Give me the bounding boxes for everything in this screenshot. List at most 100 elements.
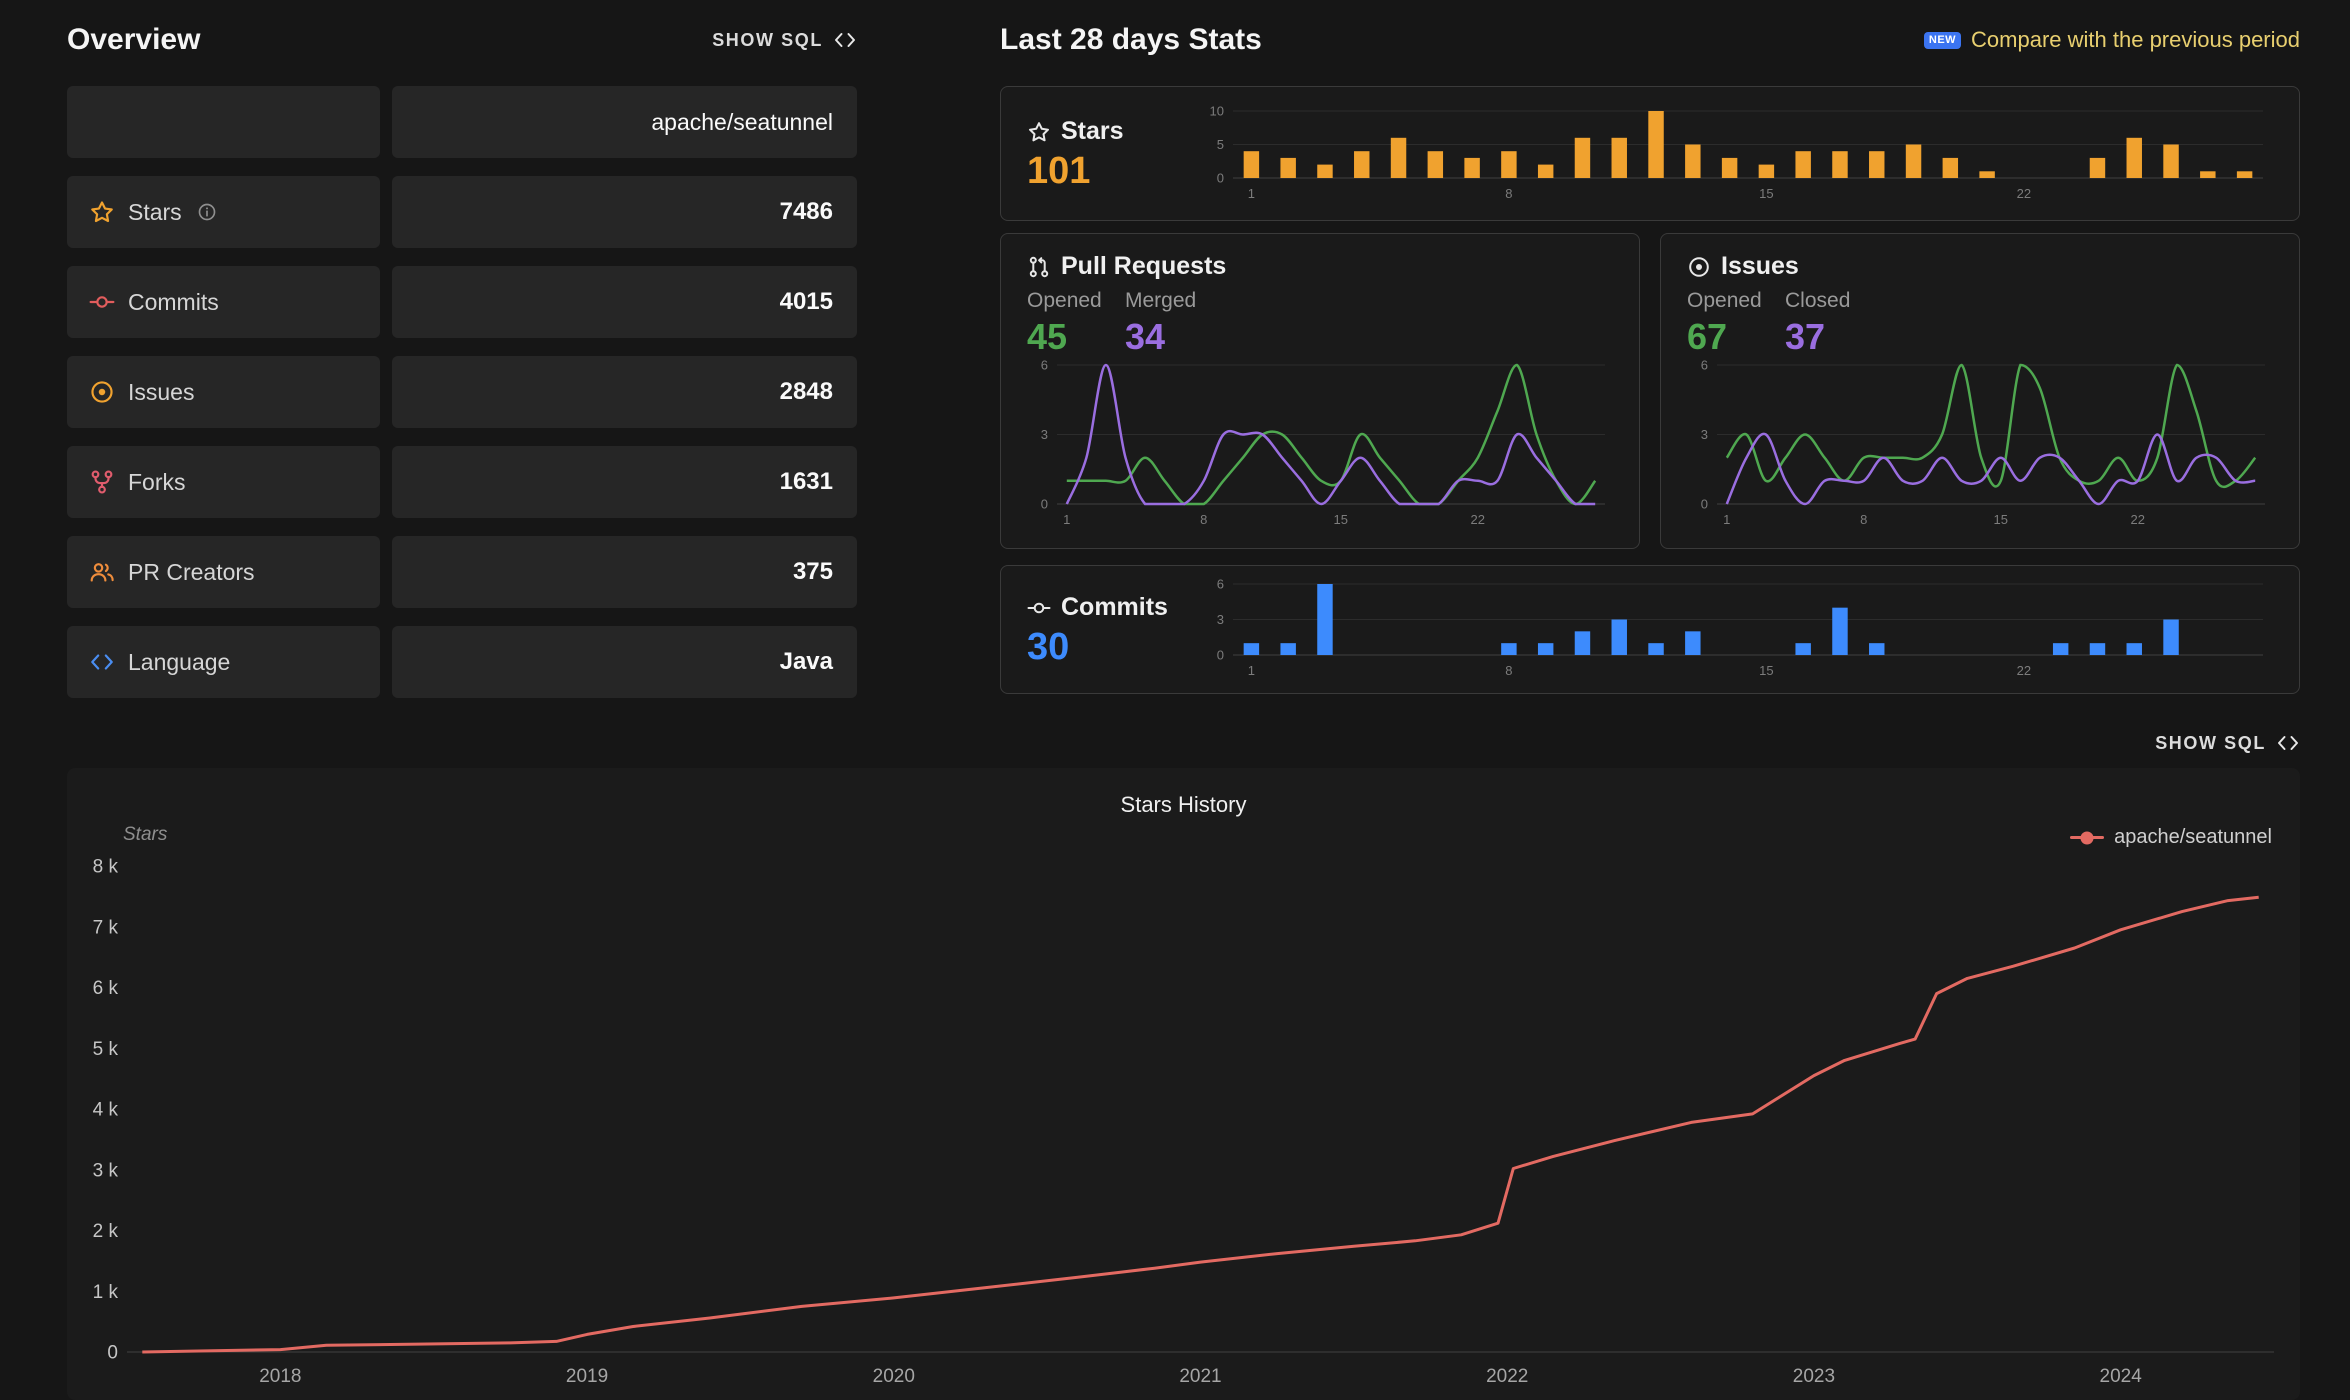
issues-28d-chart: 036181522	[1687, 357, 2273, 530]
svg-text:15: 15	[1759, 186, 1773, 201]
metric-label-cell-issue: Issues	[67, 356, 380, 428]
svg-text:0: 0	[107, 1343, 118, 1364]
svg-text:2023: 2023	[1793, 1366, 1835, 1387]
svg-text:22: 22	[2017, 663, 2031, 678]
star-icon	[1027, 120, 1051, 144]
table-row: Forks 1631	[67, 446, 857, 518]
metric-value-cell: 7486	[392, 176, 857, 248]
new-badge: NEW	[1924, 32, 1961, 49]
compare-link-label: Compare with the previous period	[1971, 27, 2300, 53]
stars-history-chart: 0 1 k 2 k 3 k 4 k 5 k 6 k 7 k 8 k 2018 2019 2020 202…	[67, 838, 2300, 1400]
last-28-days-section: Last 28 days Stats NEW Compare with the …	[1000, 18, 2300, 694]
commits-28d-value: 30	[1027, 628, 1197, 666]
svg-text:2024: 2024	[2100, 1366, 2143, 1387]
svg-text:3: 3	[1217, 612, 1224, 627]
metric-label: Language	[128, 649, 230, 676]
svg-text:8: 8	[1860, 512, 1867, 527]
star-icon	[89, 199, 115, 225]
pull-request-icon	[1027, 255, 1051, 279]
issues-card: Issues Opened Closed 67 37 036181522	[1660, 233, 2300, 549]
show-sql-button-overview[interactable]: SHOW SQL	[712, 28, 857, 52]
pr-opened-label: Opened	[1027, 289, 1125, 313]
svg-text:1: 1	[1248, 186, 1255, 201]
table-row: apache/seatunnel	[67, 86, 857, 158]
metric-title: Stars	[1061, 117, 1124, 146]
metric-value-cell: Java	[392, 626, 857, 698]
stars-28d-value: 101	[1027, 152, 1197, 190]
metric-label-cell-code: Language	[67, 626, 380, 698]
svg-text:8: 8	[1200, 512, 1207, 527]
svg-text:1 k: 1 k	[93, 1282, 119, 1303]
svg-text:7 k: 7 k	[93, 917, 119, 938]
metric-label-cell-commit: Commits	[67, 266, 380, 338]
stars-28d-metric: Stars 101	[1027, 103, 1197, 204]
metric-label-cell-people: PR Creators	[67, 536, 380, 608]
table-row: PR Creators375	[67, 536, 857, 608]
svg-text:2018: 2018	[259, 1366, 301, 1387]
commits-28d-card: Commits 30 036181522	[1000, 565, 2300, 694]
metric-title: Issues	[1721, 252, 1799, 281]
metric-value-cell: 2848	[392, 356, 857, 428]
last-28-days-title: Last 28 days Stats	[1000, 23, 1262, 57]
repo-label-cell	[67, 86, 380, 158]
table-row: Stars 7486	[67, 176, 857, 248]
commit-icon	[89, 289, 115, 315]
commit-icon	[1027, 596, 1051, 620]
ossinsight-dashboard: Overview SHOW SQL apache/seatunnel Stars…	[0, 0, 2350, 1400]
issues-closed-value: 37	[1785, 317, 1883, 357]
overview-title: Overview	[67, 23, 200, 57]
svg-text:1: 1	[1723, 512, 1730, 527]
svg-text:22: 22	[2017, 186, 2031, 201]
overview-table: apache/seatunnel Stars7486Commits4015Iss…	[67, 86, 857, 698]
svg-text:2020: 2020	[873, 1366, 915, 1387]
fork-icon	[89, 469, 115, 495]
pull-requests-card: Pull Requests Opened Merged 45 34 036181…	[1000, 233, 1640, 549]
svg-text:2 k: 2 k	[93, 1221, 119, 1242]
metric-label: Forks	[128, 469, 186, 496]
svg-text:2019: 2019	[566, 1366, 608, 1387]
svg-text:5: 5	[1217, 137, 1224, 152]
svg-text:22: 22	[2131, 512, 2145, 527]
issues-opened-value: 67	[1687, 317, 1785, 357]
code-brackets-icon	[833, 28, 857, 52]
svg-text:4 k: 4 k	[93, 1100, 119, 1121]
issue-icon	[89, 379, 115, 405]
chart-title: Stars History	[67, 792, 2300, 818]
svg-text:6 k: 6 k	[93, 978, 119, 999]
code-brackets-icon	[2276, 731, 2300, 755]
svg-text:2022: 2022	[1486, 1366, 1528, 1387]
metric-value-cell: 1631	[392, 446, 857, 518]
repo-name-cell: apache/seatunnel	[392, 86, 857, 158]
svg-text:6: 6	[1217, 578, 1224, 592]
svg-text:6: 6	[1041, 357, 1048, 372]
commits-28d-chart: 036181522	[1197, 578, 2273, 681]
metric-label: Stars	[128, 199, 182, 226]
metric-label: Issues	[128, 379, 194, 406]
svg-text:0: 0	[1217, 171, 1224, 186]
people-icon	[89, 559, 115, 585]
svg-text:2021: 2021	[1179, 1366, 1221, 1387]
show-sql-label: SHOW SQL	[2155, 733, 2266, 754]
svg-text:3 k: 3 k	[93, 1160, 119, 1181]
svg-text:10: 10	[1210, 104, 1224, 119]
svg-text:8: 8	[1505, 186, 1512, 201]
stars-history-panel: Stars History Stars apache/seatunnel 01 …	[67, 768, 2300, 1400]
issues-closed-label: Closed	[1785, 289, 1883, 313]
show-sql-button-history[interactable]: SHOW SQL	[2155, 731, 2300, 755]
metric-label-cell-fork: Forks	[67, 446, 380, 518]
svg-text:6: 6	[1701, 357, 1708, 372]
svg-text:15: 15	[1334, 512, 1348, 527]
stars-28d-chart: 0 5 10 1 8 15 22	[1197, 103, 2273, 204]
code-icon	[89, 649, 115, 675]
svg-text:5 k: 5 k	[93, 1039, 119, 1060]
svg-text:15: 15	[1759, 663, 1773, 678]
svg-text:3: 3	[1041, 427, 1048, 442]
metric-value-cell: 375	[392, 536, 857, 608]
svg-text:22: 22	[1471, 512, 1485, 527]
compare-previous-period-link[interactable]: NEW Compare with the previous period	[1924, 27, 2300, 53]
metric-label: Commits	[128, 289, 219, 316]
info-icon[interactable]	[197, 202, 217, 222]
svg-text:8: 8	[1505, 663, 1512, 678]
svg-text:8 k: 8 k	[93, 857, 119, 878]
table-row: Issues 2848	[67, 356, 857, 428]
